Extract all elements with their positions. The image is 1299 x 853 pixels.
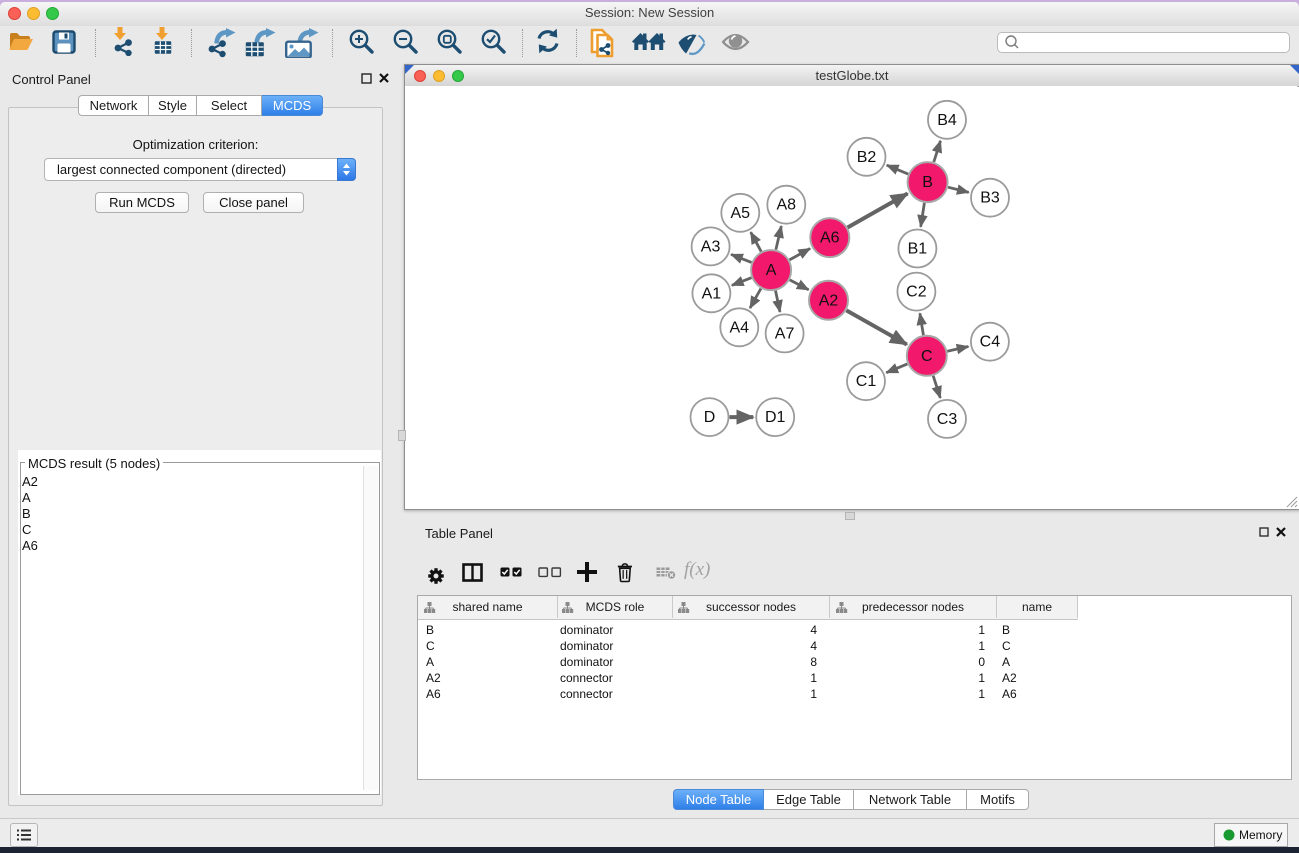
svg-text:C4: C4: [980, 334, 1001, 351]
svg-text:A8: A8: [777, 197, 797, 214]
svg-text:A5: A5: [731, 205, 751, 222]
svg-text:B3: B3: [980, 190, 1000, 207]
svg-text:A4: A4: [730, 319, 750, 336]
svg-text:A: A: [766, 262, 777, 279]
svg-text:A7: A7: [775, 325, 795, 342]
svg-text:B4: B4: [937, 112, 957, 129]
svg-text:A3: A3: [701, 238, 721, 255]
svg-text:A2: A2: [819, 292, 839, 309]
svg-text:A6: A6: [820, 230, 840, 247]
svg-text:B2: B2: [857, 149, 877, 166]
svg-text:D1: D1: [765, 409, 786, 426]
svg-text:B: B: [922, 174, 933, 191]
svg-text:C1: C1: [856, 373, 877, 390]
svg-text:A1: A1: [702, 285, 722, 302]
svg-text:C2: C2: [906, 284, 927, 301]
svg-text:C3: C3: [937, 411, 958, 428]
svg-text:D: D: [704, 409, 716, 426]
svg-text:C: C: [921, 348, 933, 365]
svg-text:B1: B1: [908, 241, 928, 258]
